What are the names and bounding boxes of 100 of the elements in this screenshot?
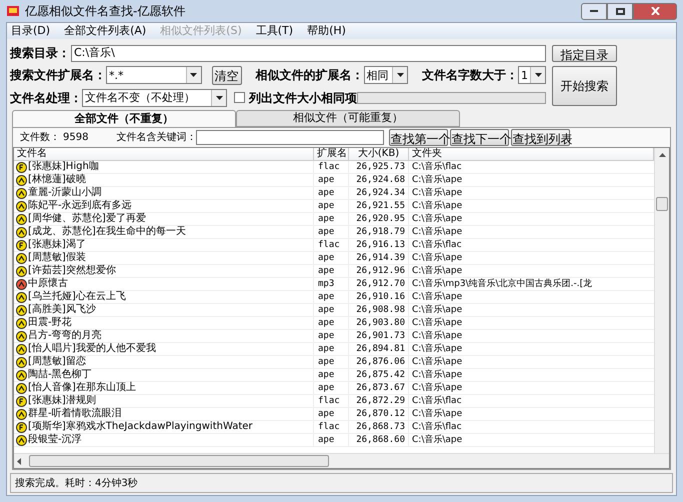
music-file-icon (16, 370, 27, 380)
folder-cell-text: C:\音乐\ape (411, 356, 464, 368)
size-cell: 26,903.80 (349, 317, 409, 329)
folder-cell-text: C:\音乐\ape (411, 330, 464, 342)
file-name: [周慧敏]留恋 (28, 356, 86, 368)
name-mode-dropdown[interactable]: 文件名不变（不处理） (82, 88, 228, 106)
menu-item[interactable]: 全部文件列表(A) (64, 22, 146, 40)
music-file-icon (16, 266, 27, 276)
folder-cell-text: C:\音乐\ape (411, 434, 464, 446)
folder-cell-text: C:\音乐\ape (411, 265, 464, 277)
checkbox[interactable] (234, 92, 246, 103)
extension-cell: ape (314, 330, 349, 342)
music-file-icon (16, 174, 27, 186)
size-cell: 26,876.06 (349, 356, 409, 368)
music-file-icon (16, 382, 27, 394)
folder-cell-text: C:\音乐\flac (411, 161, 463, 173)
folder-cell-text: C:\音乐\ape (411, 369, 464, 381)
find-button[interactable]: 查找到列表 (511, 129, 570, 146)
directory-field[interactable]: C:\音乐\ (71, 44, 546, 62)
extension-cell: ape (314, 200, 349, 212)
size-cell: 26,916.13 (349, 239, 409, 251)
start-search-button[interactable]: 开始搜索 (552, 66, 617, 106)
extension-cell: ape (314, 369, 349, 381)
field-label: 搜索目录： (10, 45, 70, 62)
folder-cell-text: C:\音乐\ape (411, 174, 464, 186)
size-cell: 26,924.34 (349, 187, 409, 199)
choose-directory-button[interactable]: 指定目录 (552, 45, 617, 62)
folder-cell-text: C:\音乐\ape (411, 382, 464, 394)
folder-cell-text: C:\音乐\ape (411, 291, 464, 303)
extension-cell: flac (314, 395, 349, 407)
maximize-button[interactable] (607, 2, 633, 20)
horizontal-scrollbar[interactable] (14, 453, 669, 468)
scroll-left-icon (17, 458, 21, 464)
music-file-icon (16, 292, 27, 302)
scroll-thumb[interactable] (29, 455, 329, 467)
music-file-icon (16, 396, 27, 406)
status-text: 搜索完成。耗时：4分钟3秒 (15, 476, 138, 490)
menu-item[interactable]: 帮助(H) (307, 22, 346, 40)
size-cell: 26,924.68 (349, 174, 409, 186)
extension-cell: flac (314, 161, 349, 173)
size-cell: 26,873.67 (349, 382, 409, 394)
extension-dropdown[interactable]: *.* (106, 66, 202, 84)
file-name: [张惠妹]High咖 (28, 161, 99, 173)
scroll-up-icon (658, 153, 666, 157)
field-label: 搜索文件扩展名： (10, 67, 106, 84)
tab[interactable]: 全部文件（不重复） (12, 110, 236, 127)
folder-cell-text: C:\音乐\ape (411, 200, 464, 212)
music-file-icon (16, 200, 27, 212)
music-file-icon (16, 188, 27, 198)
size-cell: 26,908.98 (349, 304, 409, 316)
tab[interactable]: 相似文件（可能重复） (236, 110, 460, 127)
similar-extension-dropdown[interactable]: 相同 (364, 66, 408, 84)
close-button[interactable] (633, 2, 677, 20)
clear-button[interactable]: 清空 (212, 66, 242, 84)
folder-cell-text: C:\音乐\ape (411, 317, 464, 329)
scroll-thumb[interactable] (656, 197, 668, 211)
minimize-button[interactable] (581, 2, 607, 20)
field-label: 相似文件的扩展名： (256, 67, 364, 84)
menu-item[interactable]: 目录(D) (11, 22, 50, 40)
dropdown-arrow-icon (216, 96, 223, 100)
file-name: [张惠妹]潜规则 (28, 395, 96, 407)
folder-cell-text: C:\音乐\flac (411, 421, 463, 433)
find-button[interactable]: 查找下一个 (450, 129, 510, 146)
extension-cell: ape (314, 343, 349, 355)
size-cell: 26,918.79 (349, 226, 409, 238)
size-cell: 26,868.60 (349, 434, 409, 446)
column-header[interactable]: 大小(KB) (349, 148, 409, 160)
music-file-icon (16, 318, 27, 328)
file-name: 田震-野花 (28, 317, 72, 329)
extension-cell: ape (314, 356, 349, 368)
min-chars-dropdown[interactable]: 1 (518, 66, 546, 84)
size-cell: 26,920.95 (349, 213, 409, 225)
file-count: 9598 (63, 131, 88, 145)
music-file-icon (16, 162, 27, 172)
size-cell: 26,901.73 (349, 330, 409, 342)
extension-cell: flac (314, 421, 349, 433)
file-count-label: 文件数： (20, 130, 60, 145)
file-name: 群星-听着情歌流眼泪 (28, 408, 122, 420)
keyword-label: 文件名含关键词： (116, 130, 196, 145)
app-icon (6, 4, 20, 18)
music-file-icon (16, 304, 27, 316)
find-button[interactable]: 查找第一个 (389, 129, 448, 146)
menu-item[interactable]: 工具(T) (256, 22, 294, 40)
file-name: [林憶蓮]破曉 (28, 174, 86, 186)
file-name: [乌兰托娅]心在云上飞 (28, 291, 126, 303)
extension-cell: ape (314, 226, 349, 238)
extension-cell: ape (314, 265, 349, 277)
file-name: 中原懷古 (28, 278, 68, 290)
extension-cell: ape (314, 304, 349, 316)
size-cell: 26,868.73 (349, 421, 409, 433)
dropdown-arrow-icon (190, 73, 198, 77)
extension-cell: ape (314, 187, 349, 199)
keyword-field[interactable] (196, 130, 384, 145)
extension-cell: ape (314, 382, 349, 394)
size-cell: 26,875.42 (349, 369, 409, 381)
file-name: 陶喆-黑色柳丁 (28, 369, 92, 381)
folder-cell-text: C:\音乐\ape (411, 252, 464, 264)
vertical-scrollbar[interactable] (654, 148, 669, 453)
music-file-icon (16, 434, 27, 446)
folder-cell-text: C:\音乐\mp3\纯音乐\北京中国古典乐团.-.[龙 (411, 278, 594, 290)
